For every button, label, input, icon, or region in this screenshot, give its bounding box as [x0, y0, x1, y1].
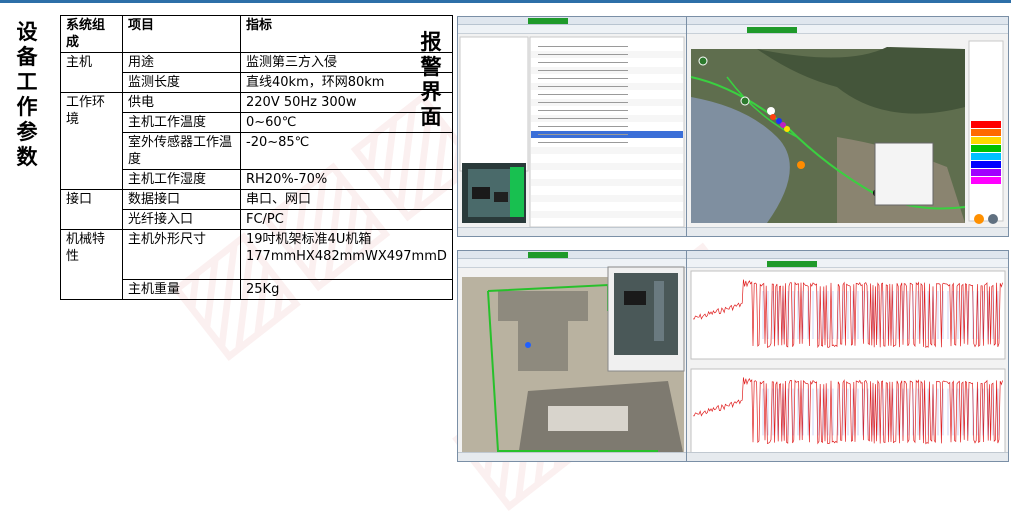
cell-item: 监测长度 [122, 72, 241, 93]
site-plan-map [462, 266, 685, 457]
legend-swatch [971, 177, 1001, 184]
cell-index: 监测第三方入侵 [240, 52, 453, 73]
legend-swatch [971, 129, 1001, 136]
screenshot-site-plan [457, 250, 688, 462]
cell-index: 0~60℃ [240, 112, 453, 133]
cell-item: 供电 [122, 92, 241, 113]
table-row: 接口 数据接口 串口、网口 [60, 189, 453, 230]
cell-item: 主机外形尺寸 [122, 229, 241, 280]
header-item: 项目 [122, 15, 241, 53]
cell-item: 数据接口 [122, 189, 241, 210]
cell-item: 主机重量 [122, 279, 241, 300]
table-row: 工作环境 供电 220V 50Hz 300w [60, 92, 453, 190]
legend-swatch [971, 153, 1001, 160]
vibration-waveforms [690, 270, 1006, 456]
parameter-table: 系统组成 项目 指标 主机 用途 监测第三方入侵 监测长度 直线40km，环网80km 工… [60, 15, 453, 300]
table-header-row: 系统组成 项目 指标 [60, 15, 453, 53]
cell-index: 19吋机架标准4U机箱177mmHX482mmWX497mmD [240, 229, 453, 280]
satellite-map [690, 40, 1004, 224]
header-index: 指标 [240, 15, 453, 53]
cell-index: 直线40km，环网80km [240, 72, 453, 93]
cell-index: 串口、网口 [240, 189, 453, 210]
section-title-device-parameters: 设备工作参数 [16, 20, 38, 169]
cell-system: 接口 [60, 189, 123, 230]
cell-item: 光纤接入口 [122, 209, 241, 230]
table-row: 主机 用途 监测第三方入侵 [60, 52, 453, 93]
cell-item: 主机工作温度 [122, 112, 241, 133]
table-row: 机械特性 主机外形尺寸 19吋机架标准4U机箱177mmHX482mmWX497mm… [60, 229, 453, 300]
cell-index: FC/PC [240, 209, 453, 230]
legend-swatch [971, 137, 1001, 144]
legend-swatch [971, 145, 1001, 152]
cell-system: 工作环境 [60, 92, 123, 190]
cell-system: 主机 [60, 52, 123, 93]
screenshot-alarm-map [686, 16, 1009, 237]
cell-index: 220V 50Hz 300w [240, 92, 453, 113]
cell-index: -20~85℃ [240, 132, 453, 170]
cell-system: 机械特性 [60, 229, 123, 300]
header-system: 系统组成 [60, 15, 123, 53]
cell-index: RH20%-70% [240, 169, 453, 190]
screenshot-alarm-list [457, 16, 687, 237]
legend-swatch [971, 121, 1001, 128]
cell-index: 25Kg [240, 279, 453, 300]
legend-swatch [971, 169, 1001, 176]
legend-swatch [971, 161, 1001, 168]
cell-item: 主机工作湿度 [122, 169, 241, 190]
cell-item: 用途 [122, 52, 241, 73]
alarm-list-view [459, 36, 685, 228]
cell-item: 室外传感器工作温度 [122, 132, 241, 170]
header-accent-line [0, 0, 1011, 3]
screenshot-waveforms [686, 250, 1009, 462]
